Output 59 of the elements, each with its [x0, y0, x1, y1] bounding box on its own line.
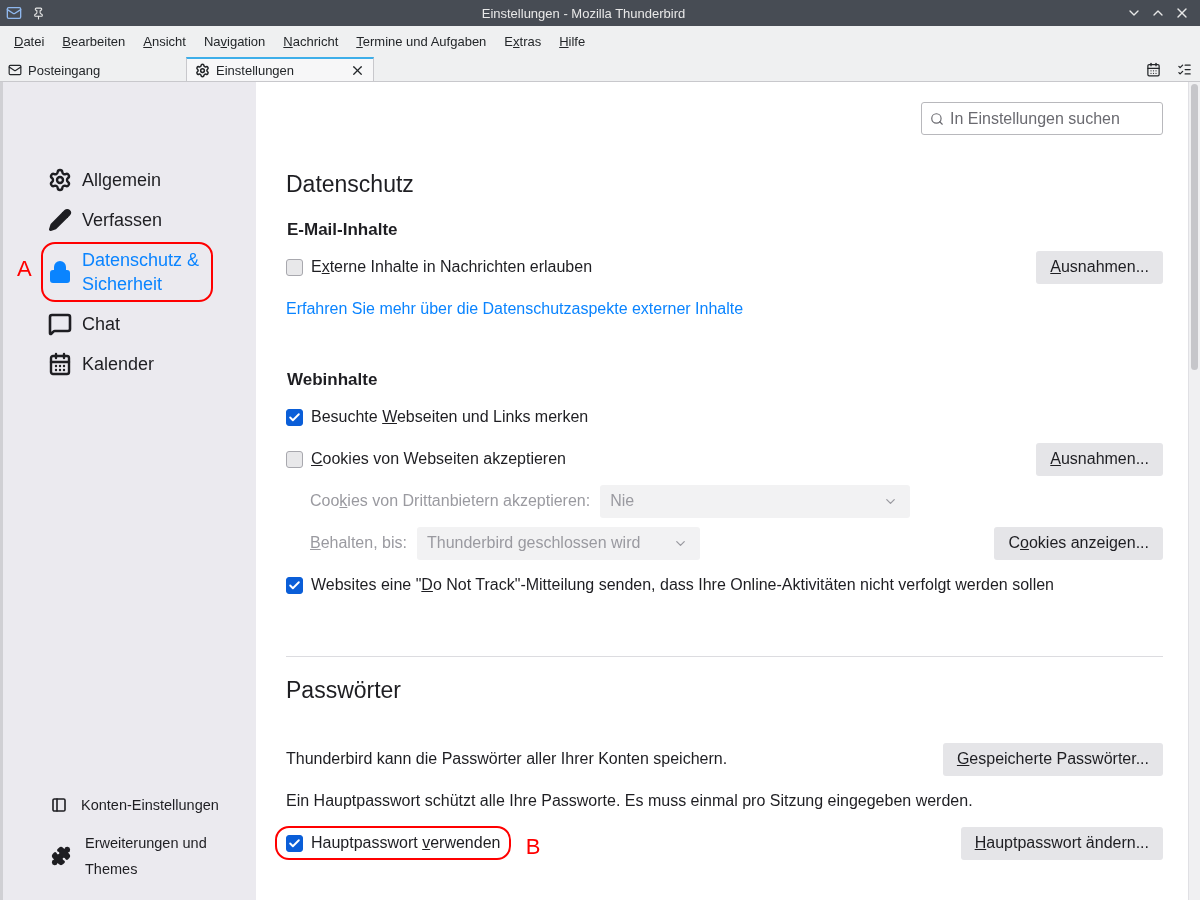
- settings-icon: [195, 62, 210, 78]
- action-button[interactable]: Ausnahmen...: [1036, 250, 1163, 284]
- checkbox-label: Besuchte Webseiten und Links merken: [311, 408, 589, 426]
- learn-more-link[interactable]: Erfahren Sie mehr über die Datenschutzaspekte externer Inhalte: [286, 300, 744, 318]
- panel-icon: [51, 797, 67, 813]
- checkbox[interactable]: [286, 258, 303, 276]
- check-icon: [288, 578, 301, 592]
- checkbox-label: Hauptpasswort verwenden: [311, 834, 501, 852]
- lock-icon: [48, 260, 72, 284]
- search-field[interactable]: In Einstellungen suchen: [921, 102, 1163, 135]
- action-button[interactable]: Hauptpasswort ändern...: [960, 826, 1163, 860]
- menu-item[interactable]: Extras: [495, 34, 551, 49]
- description-text: Ein Hauptpasswort schützt alle Ihre Passworte. Es muss einmal pro Sitzung eingegeben werden.: [286, 792, 973, 810]
- search-icon: [930, 112, 944, 126]
- section-title: Datenschutz: [286, 171, 415, 198]
- tab[interactable]: Posteingang: [0, 57, 186, 81]
- checkbox[interactable]: [286, 450, 303, 468]
- checkbox-label: Websites eine "Do Not Track"-Mitteilung senden, dass Ihre Online-Aktivitäten nicht verfolgt werden sollen: [311, 576, 1054, 594]
- window-title: Einstellungen - Mozilla Thunderbird: [480, 5, 687, 21]
- chat-bubble-icon: [48, 312, 72, 336]
- menu-item[interactable]: Termine und Aufgaben: [347, 34, 496, 49]
- menu-item[interactable]: Ansicht: [134, 34, 195, 49]
- sidebar-item[interactable]: Kalender: [3, 346, 256, 382]
- sidebar-item[interactable]: Chat: [3, 306, 256, 342]
- checkbox-label: Cookies von Webseiten akzeptieren: [311, 450, 566, 468]
- menu-item[interactable]: Nachricht: [274, 34, 348, 49]
- tab[interactable]: Einstellungen: [186, 57, 374, 81]
- inbox-icon: [8, 63, 22, 77]
- menu-item[interactable]: Datei: [5, 34, 54, 49]
- pin-icon[interactable]: [32, 6, 45, 20]
- scrollbar[interactable]: [1188, 82, 1200, 900]
- checkbox[interactable]: [286, 576, 303, 594]
- annotation-label: B: [525, 836, 541, 858]
- action-button[interactable]: Ausnahmen...: [1036, 442, 1163, 476]
- menu-item[interactable]: Bearbeiten: [53, 34, 135, 49]
- select-label: Cookies von Drittanbietern akzeptieren:: [310, 492, 591, 510]
- check-icon: [288, 836, 301, 850]
- checkbox-label: Externe Inhalte in Nachrichten erlauben: [311, 258, 593, 276]
- checkbox[interactable]: [286, 408, 303, 426]
- section-title: Passwörter: [286, 677, 403, 704]
- group-title: Webinhalte: [286, 370, 379, 390]
- sidebar-link[interactable]: Erweiterungen und Themes: [3, 826, 256, 886]
- menu-item[interactable]: Navigation: [194, 34, 275, 49]
- group-title: E-Mail-Inhalte: [286, 220, 399, 240]
- select-label: Behalten, bis:: [310, 534, 407, 552]
- sidebar-link[interactable]: Konten-Einstellungen: [3, 788, 256, 822]
- check-icon: [288, 410, 301, 424]
- description-text: Thunderbird kann die Passwörter aller Ihrer Konten speichern.: [286, 750, 728, 768]
- menu-item[interactable]: Hilfe: [550, 34, 595, 49]
- sidebar-item[interactable]: Verfassen: [3, 202, 256, 238]
- settings-icon: [48, 168, 72, 192]
- puzzle-icon: [51, 846, 71, 866]
- pencil-icon: [48, 208, 72, 232]
- action-button[interactable]: Gespeicherte Passwörter...: [942, 742, 1163, 776]
- calendar-icon: [48, 352, 72, 376]
- sidebar-item[interactable]: Allgemein: [3, 162, 256, 198]
- annotation-label: A: [17, 258, 32, 280]
- app-logo-icon: [6, 5, 22, 21]
- checkbox[interactable]: [286, 834, 303, 852]
